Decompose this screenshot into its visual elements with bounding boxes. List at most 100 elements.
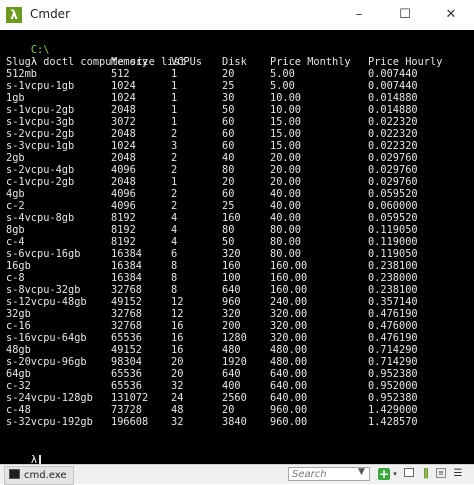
cell-disk: 1920 [222,356,247,368]
cell-vcpus: 8 [171,260,178,272]
cell-slug: s-12vcpu-48gb [6,296,87,308]
cell-price-monthly: 80.00 [270,224,301,236]
cell-vcpus: 48 [171,404,184,416]
status-bar: cmd.exe Search ▼ + ▾ ⫼ ≡ ☰ [0,464,474,485]
cell-disk: 320 [222,248,241,260]
cell-memory: 131072 [111,392,149,404]
cmder-app-icon: λ [6,7,22,23]
cell-memory: 4096 [111,200,136,212]
header-disk: Disk [222,56,247,68]
cell-memory: 8192 [111,224,136,236]
cell-price-monthly: 15.00 [270,128,301,140]
cell-disk: 320 [222,308,241,320]
cell-vcpus: 1 [171,68,178,80]
new-console-icon[interactable]: + [378,468,390,480]
cell-memory: 196608 [111,416,149,428]
prompt-symbol: λ [30,56,38,68]
cell-memory: 1024 [111,80,136,92]
final-prompt-line[interactable]: λ [6,442,42,464]
cell-slug: s-8vcpu-32gb [6,284,81,296]
cell-price-monthly: 20.00 [270,152,301,164]
cell-disk: 200 [222,320,241,332]
cell-price-hourly: 0.059520 [368,188,418,200]
cell-vcpus: 20 [171,356,184,368]
cell-price-hourly: 0.238000 [368,272,418,284]
cell-price-hourly: 0.029760 [368,164,418,176]
cell-price-hourly: 0.014880 [368,92,418,104]
cell-memory: 2048 [111,128,136,140]
cell-memory: 512 [111,68,130,80]
maximize-button[interactable]: ☐ [382,0,428,30]
cell-disk: 160 [222,260,241,272]
prompt-path-line: C:\ [6,32,50,56]
cell-price-monthly: 640.00 [270,368,308,380]
cell-price-hourly: 0.476000 [368,320,418,332]
final-prompt-symbol: λ [30,454,38,464]
cell-slug: c-48 [6,404,31,416]
cell-slug: 32gb [6,308,31,320]
cell-price-monthly: 160.00 [270,260,308,272]
cell-price-monthly: 240.00 [270,296,308,308]
cell-memory: 1024 [111,140,136,152]
menu-icon[interactable]: ☰ [452,468,464,480]
cell-price-hourly: 0.029760 [368,176,418,188]
cell-price-hourly: 0.022320 [368,140,418,152]
cell-vcpus: 20 [171,368,184,380]
cell-price-monthly: 320.00 [270,308,308,320]
cell-price-hourly: 0.952380 [368,368,418,380]
cell-slug: 8gb [6,224,25,236]
cell-disk: 2560 [222,392,247,404]
cell-price-hourly: 0.022320 [368,116,418,128]
cell-disk: 30 [222,92,235,104]
header-vcpus: VCPUs [171,56,202,68]
cell-price-monthly: 20.00 [270,164,301,176]
cell-slug: s-2vcpu-2gb [6,128,75,140]
window-list-icon[interactable] [404,468,414,477]
cell-vcpus: 1 [171,176,178,188]
console-tab-icon [9,469,20,479]
cell-memory: 2048 [111,104,136,116]
cell-slug: c-32 [6,380,31,392]
cell-price-hourly: 0.952000 [368,380,418,392]
search-dropdown-icon[interactable]: ▼ [358,467,365,477]
cell-memory: 49152 [111,344,142,356]
cell-slug: s-1vcpu-3gb [6,116,75,128]
cell-price-monthly: 320.00 [270,320,308,332]
new-console-dropdown-icon[interactable]: ▾ [392,468,398,480]
cell-vcpus: 8 [171,284,178,296]
cell-disk: 640 [222,368,241,380]
console-tab[interactable]: cmd.exe [4,466,74,485]
header-price-hourly: Price Hourly [368,56,443,68]
cell-price-hourly: 0.357140 [368,296,418,308]
cell-price-monthly: 20.00 [270,176,301,188]
settings-icon[interactable]: ≡ [436,468,446,478]
cell-price-monthly: 40.00 [270,200,301,212]
cell-disk: 480 [222,344,241,356]
cell-price-hourly: 0.714290 [368,344,418,356]
cell-vcpus: 3 [171,140,178,152]
cell-memory: 73728 [111,404,142,416]
cell-vcpus: 2 [171,128,178,140]
cell-disk: 50 [222,104,235,116]
header-price-monthly: Price Monthly [270,56,351,68]
cell-disk: 20 [222,68,235,80]
cell-slug: s-3vcpu-1gb [6,140,75,152]
cell-memory: 49152 [111,296,142,308]
cell-slug: 16gb [6,260,31,272]
cell-slug: s-1vcpu-1gb [6,80,75,92]
cell-vcpus: 1 [171,80,178,92]
cell-memory: 4096 [111,164,136,176]
split-pane-icon[interactable]: ⫼ [420,468,432,480]
cell-price-monthly: 640.00 [270,380,308,392]
cell-slug: s-1vcpu-2gb [6,104,75,116]
cell-price-hourly: 1.429000 [368,404,418,416]
cell-memory: 1024 [111,92,136,104]
close-button[interactable]: ✕ [428,0,474,30]
minimize-button[interactable]: – [336,0,382,30]
cell-vcpus: 16 [171,320,184,332]
cell-price-hourly: 0.476190 [368,308,418,320]
cell-slug: 2gb [6,152,25,164]
terminal-console[interactable]: C:\ λ doctl compute size list Slug Memor… [0,30,474,464]
cell-slug: s-20vcpu-96gb [6,356,87,368]
cell-slug: 512mb [6,68,37,80]
